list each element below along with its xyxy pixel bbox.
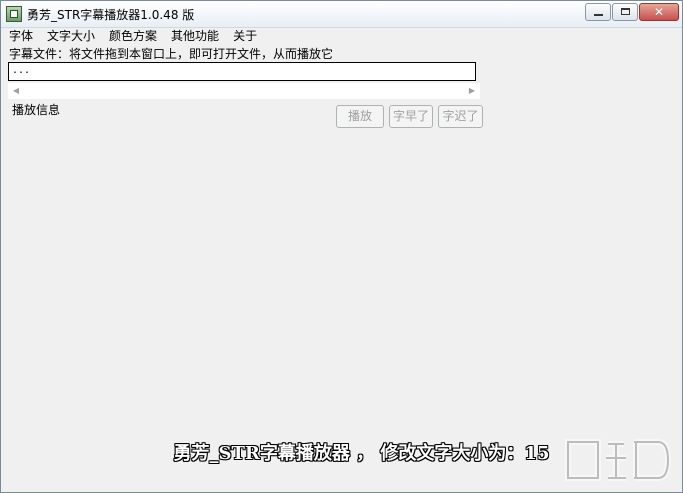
file-hint-label: 字幕文件：将文件拖到本窗口上，即可打开文件，从而播放它 [9, 47, 334, 61]
menu-other-functions[interactable]: 其他功能 [163, 28, 225, 45]
horizontal-scrollbar[interactable]: ◀ ▶ [8, 83, 480, 99]
window-title: 勇芳_STR字幕播放器1.0.48 版 [27, 8, 195, 22]
maximize-icon [621, 8, 630, 15]
menu-font[interactable]: 字体 [1, 28, 39, 45]
close-icon: ✕ [654, 5, 665, 19]
window-controls: ✕ [584, 3, 679, 21]
app-window: 勇芳_STR字幕播放器1.0.48 版 ✕ 字体 文字大小 颜色方案 其他功能 … [0, 0, 683, 493]
minimize-button[interactable] [585, 3, 611, 21]
play-button[interactable]: 播放 [336, 105, 384, 128]
subtitle-file-input[interactable]: ... [8, 62, 476, 81]
minimize-icon [594, 14, 603, 16]
menu-text-size[interactable]: 文字大小 [39, 28, 101, 45]
scroll-left-arrow-icon[interactable]: ◀ [8, 83, 24, 99]
app-icon[interactable] [6, 6, 22, 22]
play-info-label: 播放信息 [12, 103, 61, 117]
scroll-right-arrow-icon[interactable]: ▶ [464, 83, 480, 99]
menu-bar: 字体 文字大小 颜色方案 其他功能 关于 [1, 28, 682, 45]
menu-about[interactable]: 关于 [225, 28, 263, 45]
menu-color-scheme[interactable]: 颜色方案 [101, 28, 163, 45]
close-button[interactable]: ✕ [639, 3, 679, 21]
subtitle-late-button[interactable]: 字迟了 [438, 105, 483, 128]
subtitle-early-button[interactable]: 字早了 [389, 105, 433, 128]
watermark-logo [565, 439, 672, 481]
maximize-button[interactable] [612, 3, 638, 21]
title-bar[interactable]: 勇芳_STR字幕播放器1.0.48 版 ✕ [1, 1, 682, 28]
